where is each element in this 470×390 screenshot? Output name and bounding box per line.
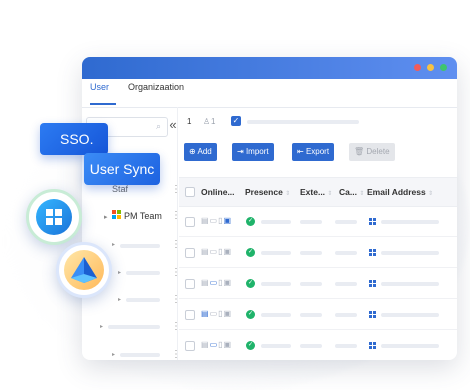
user-sync-label: User Sync <box>89 161 155 177</box>
tab-bar: User Organizaation <box>82 79 457 108</box>
device-icons: ▤▭▯▣ <box>201 247 233 256</box>
selected-count: 1 <box>211 117 216 126</box>
collapse-panel-button[interactable]: « <box>166 117 180 135</box>
row-checkbox[interactable] <box>185 279 195 289</box>
minimize-dot[interactable] <box>427 64 434 71</box>
table-row[interactable]: ▤▭▯▣ ✓ <box>179 268 457 299</box>
header-checkbox[interactable] <box>185 187 195 197</box>
tree-item-placeholder[interactable] <box>126 298 160 302</box>
app-window: User Organizaation ⌕ « Staf ⋮ ▸ PM Team … <box>82 57 457 360</box>
tab-organization[interactable]: Organizaation <box>128 82 184 92</box>
windows-logo-icon <box>36 199 72 235</box>
cell-placeholder <box>381 313 439 317</box>
tree-expand-icon[interactable]: ▸ <box>118 269 121 276</box>
tree-item-staff[interactable]: Staf <box>112 184 128 194</box>
row-checkbox[interactable] <box>185 310 195 320</box>
microsoft-logo-icon <box>112 210 121 219</box>
column-presence[interactable]: Presence ⇕ <box>245 187 290 197</box>
tree-expand-icon[interactable]: ▸ <box>100 323 103 330</box>
table-row[interactable]: ▤▭▯▣ ✓ <box>179 237 457 268</box>
cell-placeholder <box>335 220 357 224</box>
import-button[interactable]: ⇥ Import <box>232 143 274 161</box>
tree-item-placeholder[interactable] <box>120 353 160 357</box>
column-email-address[interactable]: Email Address ⇕ <box>367 187 433 197</box>
add-button[interactable]: ⊕ Add <box>184 143 217 161</box>
cell-placeholder <box>261 344 291 348</box>
tree-expand-icon[interactable]: ▸ <box>112 241 115 248</box>
delete-button[interactable]: 🗑 Delete <box>349 143 395 161</box>
windows-logo-icon <box>369 311 376 318</box>
cell-placeholder <box>300 344 322 348</box>
windows-logo-icon <box>369 249 376 256</box>
tree-item-pm-team[interactable]: PM Team <box>124 211 162 221</box>
tree-expand-icon[interactable]: ▸ <box>112 351 115 358</box>
cell-placeholder <box>261 313 291 317</box>
select-all-checkbox[interactable]: ✓ <box>231 116 241 126</box>
online-status-icon: ✓ <box>246 217 255 226</box>
search-icon: ⌕ <box>155 121 161 131</box>
table-row[interactable]: ▤▭▯▣ ✓ <box>179 206 457 237</box>
windows-integration-badge <box>26 189 82 245</box>
windows-logo-icon <box>369 342 376 349</box>
export-button[interactable]: ⇤ Export <box>292 143 335 161</box>
title-bar <box>82 57 457 79</box>
column-extension[interactable]: Exte... ⇕ <box>300 187 332 197</box>
tree-expand-icon[interactable]: ▸ <box>118 296 121 303</box>
windows-logo-icon <box>369 218 376 225</box>
user-count: 1 <box>187 117 192 126</box>
online-status-icon: ✓ <box>246 341 255 350</box>
azure-ad-integration-badge <box>56 242 112 298</box>
table-header: Online... Presence ⇕ Exte... ⇕ Ca... ⇕ E… <box>179 177 457 207</box>
tab-user[interactable]: User <box>90 82 109 92</box>
device-icons: ▤▭▯▣ <box>201 309 233 318</box>
online-status-icon: ✓ <box>246 248 255 257</box>
cell-placeholder <box>381 220 439 224</box>
cell-placeholder <box>300 313 322 317</box>
close-dot[interactable] <box>414 64 421 71</box>
online-status-icon: ✓ <box>246 310 255 319</box>
cell-placeholder <box>300 251 322 255</box>
column-ca[interactable]: Ca... ⇕ <box>339 187 364 197</box>
person-icon: ♙ <box>203 117 211 126</box>
tree-item-placeholder[interactable] <box>126 271 160 275</box>
row-checkbox[interactable] <box>185 341 195 351</box>
row-checkbox[interactable] <box>185 217 195 227</box>
windows-logo-icon <box>369 280 376 287</box>
cell-placeholder <box>381 251 439 255</box>
cell-placeholder <box>261 251 291 255</box>
table-row[interactable]: ▤▭▯▣ ✓ <box>179 330 457 360</box>
sso-badge: SSO. <box>40 123 108 155</box>
online-status-icon: ✓ <box>246 279 255 288</box>
column-online[interactable]: Online... <box>201 187 235 197</box>
cell-placeholder <box>381 344 439 348</box>
cell-placeholder <box>261 220 291 224</box>
device-icons: ▤▭▯▣ <box>201 278 233 287</box>
table-row[interactable]: ▤▭▯▣ ✓ <box>179 299 457 330</box>
cell-placeholder <box>335 251 357 255</box>
device-icons: ▤▭▯▣ <box>201 340 233 349</box>
cell-placeholder <box>300 282 322 286</box>
cell-placeholder <box>261 282 291 286</box>
cell-placeholder <box>335 282 357 286</box>
filter-bar-placeholder <box>247 120 359 124</box>
user-list-panel: 1 ♙ 1 ✓ ⊕ Add ⇥ Import ⇤ Export 🗑 Delete… <box>179 107 457 360</box>
active-tab-indicator <box>90 103 116 105</box>
tree-expand-icon[interactable]: ▸ <box>104 213 108 221</box>
cell-placeholder <box>381 282 439 286</box>
maximize-dot[interactable] <box>440 64 447 71</box>
sso-label: SSO. <box>60 131 94 147</box>
cell-placeholder <box>300 220 322 224</box>
cell-placeholder <box>335 313 357 317</box>
tree-item-placeholder[interactable] <box>120 244 160 248</box>
row-checkbox[interactable] <box>185 248 195 258</box>
azure-ad-pyramid-icon <box>64 250 104 290</box>
cell-placeholder <box>335 344 357 348</box>
user-sync-badge: User Sync <box>84 153 160 185</box>
device-icons: ▤▭▯▣ <box>201 216 233 225</box>
tree-item-placeholder[interactable] <box>108 325 160 329</box>
